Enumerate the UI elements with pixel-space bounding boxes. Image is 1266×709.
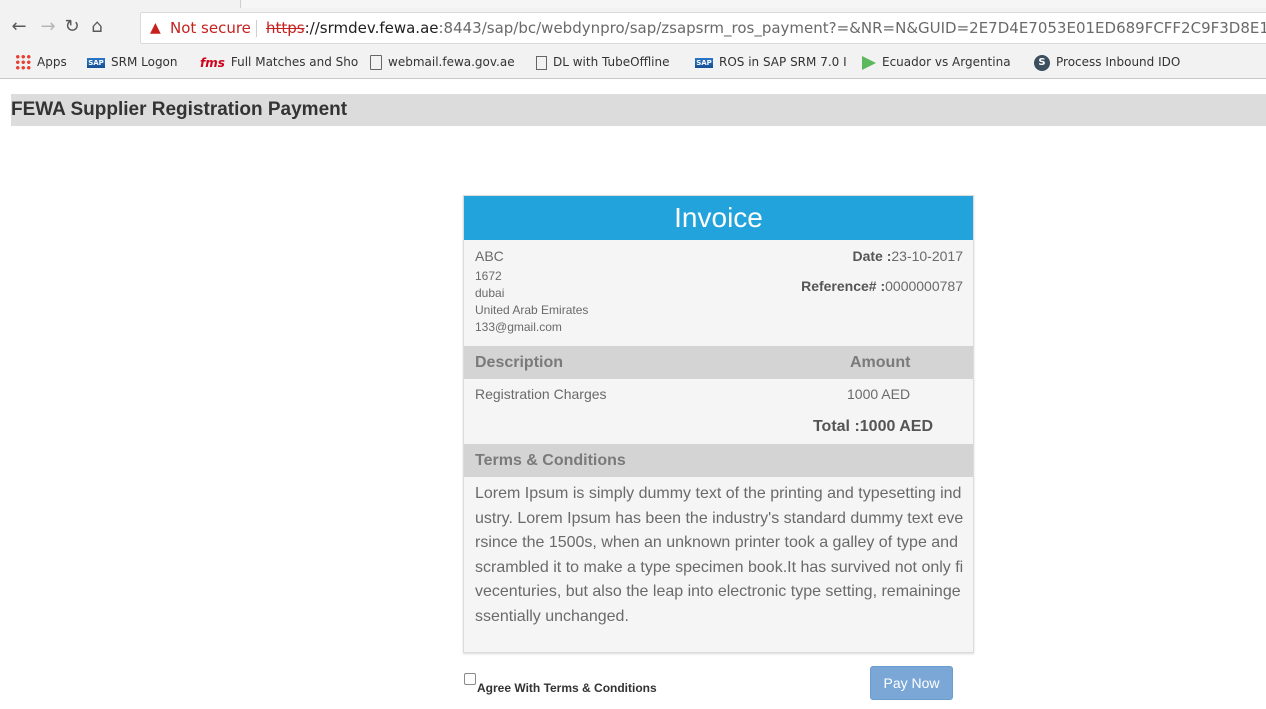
sap-logo-icon: SAP (695, 57, 713, 68)
bookmark-label: SRM Logon (111, 55, 178, 69)
home-icon[interactable]: ⌂ (86, 16, 108, 38)
amount-column-header: Amount (850, 354, 911, 371)
tab-strip (0, 0, 1266, 8)
line-items-header: Description Amount (464, 346, 973, 379)
bookmark-label: DL with TubeOffline (553, 55, 670, 69)
address-bar[interactable]: ▲ Not secure https://srmdev.fewa.ae:8443… (140, 12, 1266, 44)
forward-arrow-icon[interactable]: → (37, 16, 59, 38)
bookmark-label: Apps (37, 55, 67, 69)
terms-header: Terms & Conditions (464, 444, 973, 477)
reference-row: Reference# :0000000787 (801, 278, 963, 308)
address-line: 133@gmail.com (475, 320, 562, 334)
bookmark-tubeoffline[interactable]: DL with TubeOffline (536, 46, 670, 78)
line-item-amount: 1000 AED (847, 386, 911, 402)
page-header: FEWA Supplier Registration Payment (11, 94, 1266, 126)
date-value: 23-10-2017 (891, 248, 963, 264)
bookmark-label: Process Inbound IDO (1056, 55, 1181, 69)
agree-checkbox[interactable] (464, 673, 476, 685)
terms-text: Lorem Ipsum is simply dummy text of the … (475, 485, 964, 625)
apps-grid-icon (15, 53, 31, 70)
bookmark-ros-srm[interactable]: SAP ROS in SAP SRM 7.0 I (695, 46, 855, 78)
customer-name: ABC (475, 248, 504, 264)
fms-logo-icon: fms (200, 55, 225, 70)
url-host: ://srmdev.fewa.ae (304, 19, 439, 37)
s-logo-icon: S (1034, 54, 1050, 71)
address-line: United Arab Emirates (475, 303, 589, 317)
sap-logo-icon: SAP (87, 57, 105, 68)
url-scheme: https (266, 19, 305, 37)
security-label: Not secure (170, 19, 251, 37)
bookmark-full-matches[interactable]: fms Full Matches and Sho (200, 46, 360, 78)
bookmark-srm-logon[interactable]: SAP SRM Logon (87, 46, 178, 78)
date-row: Date :23-10-2017 (801, 248, 963, 278)
reference-label: Reference# : (801, 278, 886, 294)
url-path: :8443/sap/bc/webdynpro/sap/zsapsrm_ros_p… (438, 19, 1266, 37)
bookmark-label: Full Matches and Sho (230, 55, 359, 69)
bookmark-apps[interactable]: Apps (15, 46, 67, 78)
bookmark-webmail[interactable]: webmail.fewa.gov.ae (370, 46, 515, 78)
pay-now-button[interactable]: Pay Now (870, 666, 953, 700)
line-item-description: Registration Charges (475, 386, 607, 402)
bookmark-process-inbound[interactable]: S Process Inbound IDO (1034, 46, 1194, 78)
description-column-header: Description (475, 354, 564, 371)
bookmark-label: webmail.fewa.gov.ae (388, 55, 515, 69)
reload-icon[interactable]: ↻ (61, 16, 83, 38)
invoice-total: Total :1000 AED (812, 418, 933, 435)
invoice-meta: Date :23-10-2017 Reference# :0000000787 (801, 248, 963, 308)
reference-value: 0000000787 (885, 278, 963, 294)
warning-triangle-icon: ▲ (150, 20, 161, 36)
invoice-heading: Invoice (464, 196, 973, 240)
url-text: https://srmdev.fewa.ae:8443/sap/bc/webdy… (266, 13, 1266, 43)
terms-heading: Terms & Conditions (475, 452, 626, 469)
address-separator (256, 20, 257, 37)
tab-edge (240, 0, 1266, 8)
customer-address: ABC 1672 dubai United Arab Emirates 133@… (475, 248, 588, 336)
bookmark-label: ROS in SAP SRM 7.0 I (719, 55, 847, 69)
bookmarks-bar: Apps SAP SRM Logon fms Full Matches and Sh… (0, 46, 1266, 79)
page-icon (536, 55, 547, 70)
page-title: FEWA Supplier Registration Payment (11, 99, 348, 120)
document-icon (370, 55, 382, 70)
agree-label[interactable]: Agree With Terms & Conditions (477, 681, 657, 695)
bookmark-label: Ecuador vs Argentina (882, 55, 1011, 69)
address-line: dubai (475, 286, 505, 300)
play-icon (862, 55, 876, 70)
date-label: Date : (852, 248, 892, 264)
back-arrow-icon[interactable]: ← (8, 16, 30, 38)
browser-toolbar: ← → ↻ ⌂ ▲ Not secure https://srmdev.fewa… (0, 8, 1266, 46)
address-line: 1672 (475, 269, 502, 283)
bookmark-ecuador-argentina[interactable]: Ecuador vs Argentina (862, 46, 1022, 78)
invoice-card: Invoice ABC 1672 dubai United Arab Emira… (463, 195, 974, 653)
